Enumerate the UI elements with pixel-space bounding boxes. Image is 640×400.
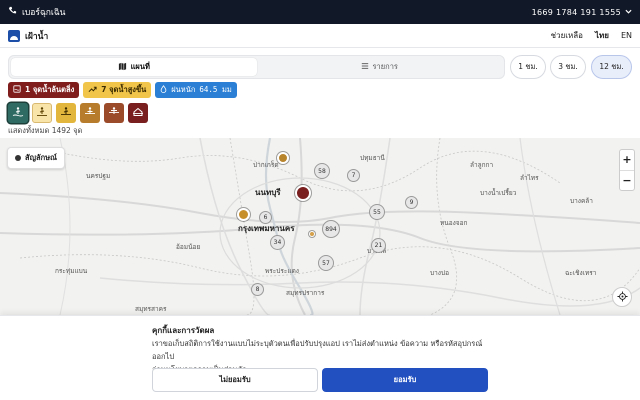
level-filters <box>8 103 148 123</box>
app-header: เฝ้าน้ำ ช่วยเหลือ ไทย EN <box>0 24 640 48</box>
trend-up-icon <box>88 85 97 95</box>
raindrop-icon <box>160 85 167 95</box>
map-label-chachoengsao: ฉะเชิงเทรา <box>565 269 597 277</box>
rain-label: ฝนหนัก <box>171 85 196 94</box>
zoom-out-button[interactable]: − <box>620 171 634 191</box>
map-label-krathumbaen: กระทุ่มแบน <box>55 267 88 275</box>
map-label-nonthaburi: นนทบุรี <box>255 188 281 197</box>
map-cluster[interactable]: 6 <box>259 211 272 224</box>
app-logo <box>8 29 20 42</box>
tab-map[interactable]: แผนที่ <box>11 58 257 76</box>
consent-text: เราขอเก็บสถิติการใช้งานแบบไม่ระบุตัวตนเพ… <box>152 339 483 361</box>
range-12h-button[interactable]: 12 ชม. <box>591 55 632 79</box>
range-1h-button[interactable]: 1 ชม. <box>510 55 546 79</box>
wading-person-icon <box>36 106 48 120</box>
house-flood-icon <box>132 106 144 120</box>
rising-badge[interactable]: 7 จุดน้ำสูงขึ้น <box>83 82 152 98</box>
map-label-bangbo: บางบ่อ <box>430 269 449 277</box>
map-cluster[interactable]: 9 <box>405 196 418 209</box>
map-label-pathumthani: ปทุมธานี <box>360 154 385 162</box>
filter-warning-button[interactable] <box>80 103 100 123</box>
flood-icon <box>13 85 21 95</box>
map-cluster[interactable]: 58 <box>314 163 330 179</box>
map-cluster[interactable]: 55 <box>369 204 385 220</box>
wading-person-icon <box>12 106 24 120</box>
tab-list-label: รายการ <box>372 62 398 71</box>
list-icon <box>361 62 369 72</box>
map-label-pakkret: ปากเกร็ด <box>253 161 279 169</box>
accept-button[interactable]: ยอมรับ <box>322 368 488 392</box>
filter-critical-button[interactable] <box>128 103 148 123</box>
map-cluster[interactable]: 8 <box>251 283 264 296</box>
app-name: เฝ้าน้ำ <box>25 31 49 42</box>
wading-person-icon <box>60 106 72 120</box>
critical-count: 1 จุดน้ำล้นตลิ่ง <box>25 85 75 94</box>
station-count: แสดงทั้งหมด 1492 จุด <box>8 126 83 135</box>
brand[interactable]: เฝ้าน้ำ <box>8 29 48 43</box>
filter-normal-button[interactable] <box>32 103 52 123</box>
map-icon <box>118 62 127 73</box>
map-cluster[interactable]: 57 <box>318 255 334 271</box>
legend-button[interactable]: สัญลักษณ์ <box>7 147 66 169</box>
range-3h-button[interactable]: 3 ชม. <box>550 55 586 79</box>
legend-dot-icon <box>15 155 21 161</box>
station-marker-critical[interactable] <box>295 185 311 201</box>
phone-icon <box>8 6 17 18</box>
map-label-bangnamprieo: บางน้ำเปรี้ยว <box>480 189 517 197</box>
map-label-lamlukka: ลำลูกกา <box>470 161 494 169</box>
map-label-samutsakhon: สมุทรสาคร <box>135 305 167 313</box>
locate-me-button[interactable] <box>612 287 632 307</box>
view-toggle: แผนที่ รายการ <box>8 55 505 79</box>
lang-en-button[interactable]: EN <box>621 31 632 40</box>
filter-watch-button[interactable] <box>56 103 76 123</box>
station-marker-warning[interactable] <box>277 152 289 164</box>
range-12h-label: 12 ชม. <box>599 62 624 71</box>
emergency-label: เบอร์ฉุกเฉิน <box>22 8 66 18</box>
help-link[interactable]: ช่วยเหลือ <box>551 29 583 42</box>
map-cluster[interactable]: 34 <box>270 235 285 250</box>
emergency-bar: เบอร์ฉุกเฉิน 1669 1784 191 1555 <box>0 0 640 24</box>
map-label-omnoi: อ้อมน้อย <box>176 243 201 251</box>
rain-badge[interactable]: ฝนหนัก 64.5 มม <box>155 82 237 98</box>
cookie-consent-banner: คุกกี้และการวัดผล เราขอเก็บสถิติการใช้งา… <box>0 315 640 400</box>
zoom-control: + − <box>619 149 635 191</box>
map-label-bangkhla: บางคล้า <box>570 197 593 205</box>
decline-button[interactable]: ไม่ยอมรับ <box>152 368 318 392</box>
filter-danger-button[interactable] <box>104 103 124 123</box>
rising-count: 7 จุดน้ำสูงขึ้น <box>101 85 147 94</box>
filter-all-button[interactable] <box>8 103 28 123</box>
emergency-numbers[interactable]: 1669 1784 191 1555 <box>532 8 632 17</box>
flood-map[interactable]: ปากเกร็ด นนทบุรี กรุงเทพมหานคร นครปฐม อ้… <box>0 138 640 315</box>
summary-stats: 1 จุดน้ำล้นตลิ่ง 7 จุดน้ำสูงขึ้น ฝนหนัก … <box>8 82 237 98</box>
critical-badge[interactable]: 1 จุดน้ำล้นตลิ่ง <box>8 82 80 98</box>
lang-th-button[interactable]: ไทย <box>595 29 609 42</box>
map-label-lamsai: ลำไทร <box>520 174 539 182</box>
range-3h-label: 3 ชม. <box>558 62 578 71</box>
emergency-toggle[interactable]: เบอร์ฉุกเฉิน <box>8 5 65 19</box>
map-cluster[interactable]: 21 <box>371 238 386 253</box>
map-cluster[interactable]: 7 <box>347 169 360 182</box>
emergency-phones: 1669 1784 191 1555 <box>531 7 621 17</box>
zoom-in-button[interactable]: + <box>620 150 634 171</box>
wading-person-icon <box>84 106 96 120</box>
map-label-phraphradaeng: พระประแดง <box>265 267 299 275</box>
map-cluster[interactable]: 894 <box>322 220 340 238</box>
crosshair-icon <box>616 290 628 304</box>
wading-person-icon <box>108 106 120 120</box>
rain-value: 64.5 มม <box>199 85 232 94</box>
chevron-down-icon <box>625 8 632 17</box>
map-label-samutprakan: สมุทรปราการ <box>286 289 325 297</box>
map-label-nongchok: หนองจอก <box>440 219 468 227</box>
range-1h-label: 1 ชม. <box>518 62 538 71</box>
station-marker-warning[interactable] <box>237 208 250 221</box>
tab-map-label: แผนที่ <box>130 62 150 71</box>
legend-label: สัญลักษณ์ <box>25 153 58 162</box>
tab-list[interactable]: รายการ <box>257 58 503 76</box>
station-marker-watch[interactable] <box>309 231 315 237</box>
map-label-nakhonpathom: นครปฐม <box>86 172 111 180</box>
consent-title: คุกกี้และการวัดผล <box>152 326 215 335</box>
